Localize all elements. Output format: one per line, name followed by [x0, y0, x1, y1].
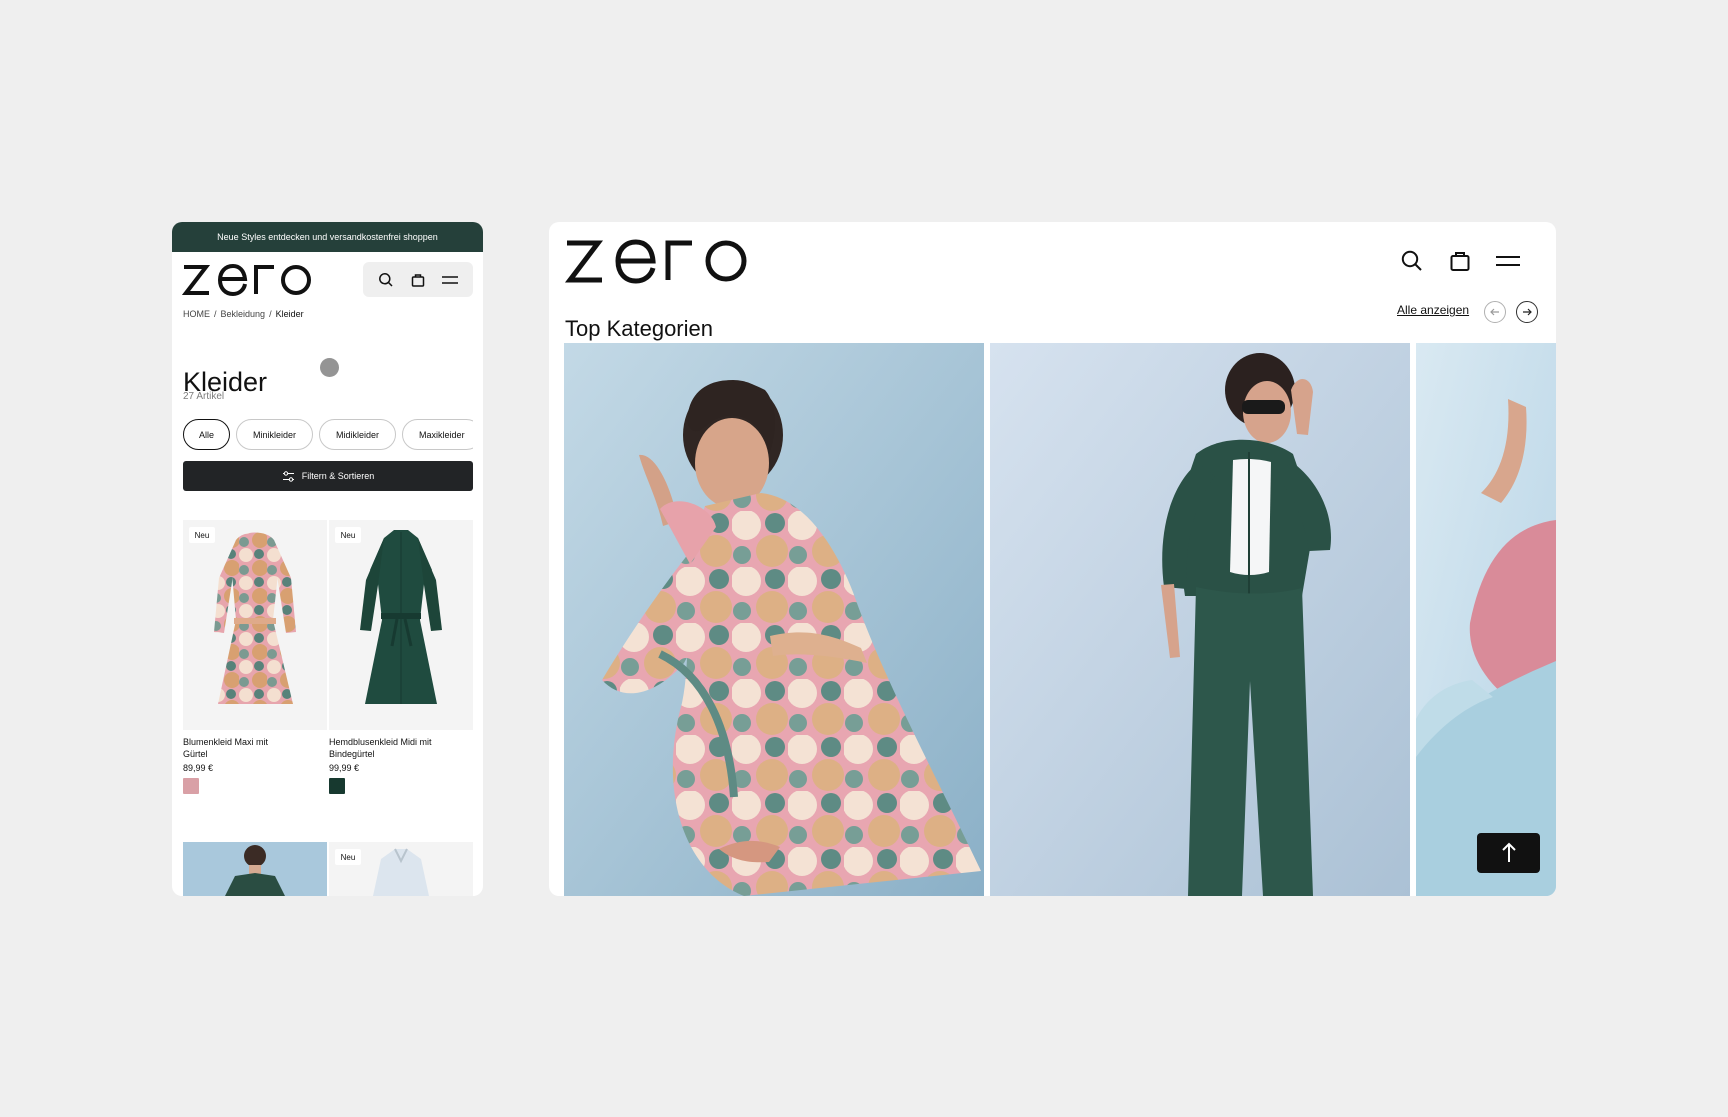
status-dot: [320, 358, 339, 377]
menu-icon: [442, 275, 458, 284]
shopping-bag-icon: [1450, 252, 1470, 271]
next-button[interactable]: [1516, 301, 1538, 323]
new-badge: Neu: [335, 849, 361, 865]
product-image-green-top[interactable]: [183, 842, 327, 896]
view-all-link[interactable]: Alle anzeigen: [1397, 303, 1469, 317]
search-icon: [1401, 250, 1422, 271]
zero-logo[interactable]: zero: [564, 235, 751, 287]
category-card-dresses[interactable]: [564, 343, 984, 896]
arrow-left-icon: [1490, 308, 1499, 316]
shirt-dress-image: [360, 530, 442, 704]
breadcrumb: HOME / Bekleidung / Kleider: [183, 309, 304, 319]
pink-knit-category-image: [1416, 343, 1556, 896]
product-image-shirt-dress[interactable]: Neu: [329, 520, 473, 730]
breadcrumb-current: Kleider: [275, 309, 304, 319]
green-top-image: [225, 845, 285, 896]
breadcrumb-home[interactable]: HOME: [183, 309, 210, 319]
chip-maxikleider[interactable]: Maxikleider: [402, 419, 473, 450]
green-outfit-category-image: [990, 343, 1410, 896]
breadcrumb-separator: /: [214, 309, 217, 319]
product-image-floral-dress[interactable]: Neu: [183, 520, 327, 730]
shopping-bag-icon: [411, 273, 425, 287]
breadcrumb-separator: /: [269, 309, 272, 319]
menu-button[interactable]: [1494, 247, 1522, 275]
menu-icon: [1496, 256, 1520, 266]
product-price: 99,99 €: [329, 763, 360, 773]
zero-logo[interactable]: zero: [182, 261, 314, 299]
previous-button[interactable]: [1484, 301, 1506, 323]
logo-text: zero: [182, 261, 213, 265]
chip-midikleider[interactable]: Midikleider: [319, 419, 397, 450]
filter-sort-label: Filtern & Sortieren: [301, 471, 375, 481]
product-name[interactable]: Hemdblusenkleid Midi mit Bindegürtel: [329, 736, 439, 760]
new-badge: Neu: [335, 527, 361, 543]
promo-banner[interactable]: Neue Styles entdecken und versandkostenf…: [172, 222, 483, 252]
product-name[interactable]: Blumenkleid Maxi mit Gürtel: [183, 736, 293, 760]
arrow-up-icon: [1501, 842, 1516, 862]
sliders-icon: [282, 470, 294, 482]
breadcrumb-bekleidung[interactable]: Bekleidung: [221, 309, 266, 319]
scroll-to-top-button[interactable]: [1477, 833, 1540, 873]
color-swatch[interactable]: [329, 778, 345, 794]
search-button[interactable]: [1398, 247, 1426, 275]
product-price: 89,99 €: [183, 763, 214, 773]
menu-button[interactable]: [436, 266, 464, 294]
article-count: 27 Artikel: [183, 391, 225, 402]
logo-text: zero: [564, 235, 595, 239]
desktop-header-tools: [1398, 244, 1522, 278]
mobile-preview: Neue Styles entdecken und versandkostenf…: [172, 222, 483, 896]
search-button[interactable]: [372, 266, 400, 294]
filter-sort-button[interactable]: Filtern & Sortieren: [183, 461, 473, 491]
mobile-header-tools: [363, 262, 473, 297]
chip-minikleider[interactable]: Minikleider: [236, 419, 314, 450]
floral-dress-category-image: [564, 343, 984, 896]
new-badge: Neu: [189, 527, 215, 543]
top-categories-title: Top Kategorien: [565, 316, 713, 342]
floral-dress-image: [214, 532, 296, 704]
product-image-light-blouse[interactable]: Neu: [329, 842, 473, 896]
search-icon: [379, 272, 393, 287]
category-card-outfits[interactable]: [990, 343, 1410, 896]
color-swatch[interactable]: [183, 778, 199, 794]
chip-alle[interactable]: Alle: [183, 419, 231, 450]
cart-button[interactable]: [404, 266, 432, 294]
category-card-knitwear[interactable]: [1416, 343, 1556, 896]
cart-button[interactable]: [1446, 247, 1474, 275]
desktop-preview: zero Top Kategorien Alle anzeigen: [549, 222, 1556, 896]
category-chips: Alle Minikleider Midikleider Maxikleider: [183, 419, 473, 451]
arrow-right-icon: [1523, 308, 1532, 316]
